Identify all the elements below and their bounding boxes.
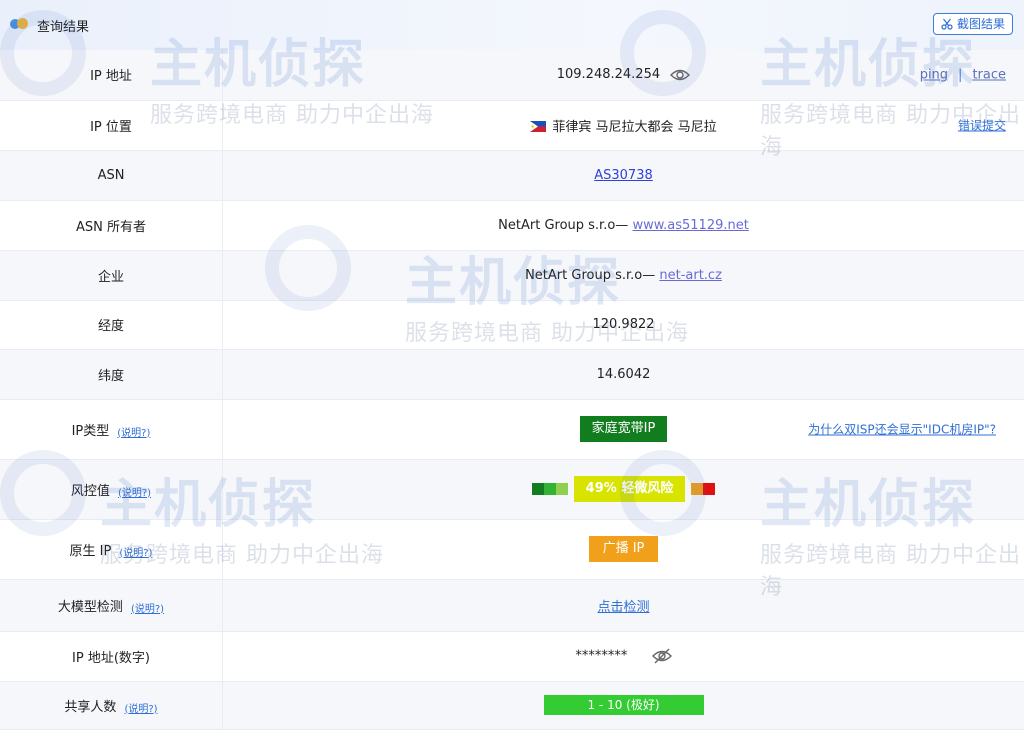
link-separator: | [958, 67, 962, 82]
label-ip-address: IP 地址 [0, 50, 223, 100]
label-native-ip: 原生 IP [70, 544, 112, 559]
shared-help-link[interactable]: (说明?) [124, 704, 157, 715]
native-ip-badge: 广播 IP [589, 536, 659, 562]
header-title: 查询结果 [37, 16, 89, 35]
result-header: 查询结果 截图结果 [0, 0, 1024, 50]
ip-info-table: IP 地址 109.248.24.254 ping|trace IP 位置 菲律 [0, 50, 1024, 730]
row-ip-address: IP 地址 109.248.24.254 ping | trace [0, 50, 1024, 100]
label-ip-type: IP类型 [72, 424, 110, 439]
label-shared-users: 共享人数 [64, 700, 116, 715]
row-shared-users: 共享人数 (说明?) 1 - 10 (极好) [0, 681, 1024, 729]
diagnostic-links: ping | trace [920, 67, 1006, 82]
risk-segment-3 [556, 483, 568, 495]
screenshot-button[interactable]: 截图结果 [933, 13, 1013, 35]
ip-address-value: 109.248.24.254 [557, 67, 660, 82]
company-website-link[interactable]: net-art.cz [659, 268, 722, 283]
screenshot-button-label: 截图结果 [957, 13, 1005, 35]
report-error-link[interactable]: 错误提交 [958, 117, 1006, 134]
ip-type-help-link[interactable]: (说明?) [117, 428, 150, 439]
label-ai-detect: 大模型检测 [58, 600, 123, 615]
longitude-value: 120.9822 [223, 300, 1024, 349]
risk-meter: 49% 轻微风险 [532, 476, 716, 502]
row-ip-location: IP 位置 菲律宾 马尼拉大都会 马尼拉 错误提交 [0, 100, 1024, 150]
row-ip-numeric: IP 地址(数字) ******** [0, 631, 1024, 681]
company-value: NetArt Group s.r.o— [525, 268, 659, 283]
why-idc-link[interactable]: 为什么双ISP还会显示"IDC机房IP"? [808, 421, 996, 438]
label-asn-owner: ASN 所有者 [0, 200, 223, 250]
risk-segment-1 [532, 483, 544, 495]
row-latitude: 纬度 14.6042 [0, 349, 1024, 399]
ai-detect-help-link[interactable]: (说明?) [131, 604, 164, 615]
row-asn-owner: ASN 所有者 NetArt Group s.r.o— www.as51129.… [0, 200, 1024, 250]
asn-owner-website-link[interactable]: www.as51129.net [632, 218, 748, 233]
risk-segment-2 [544, 483, 556, 495]
row-risk-score: 风控值 (说明?) 49% 轻微风险 [0, 459, 1024, 519]
label-longitude: 经度 [0, 300, 223, 349]
shared-users-badge: 1 - 10 (极好) [544, 695, 704, 715]
risk-segment-5 [703, 483, 715, 495]
eye-icon[interactable] [670, 68, 690, 82]
row-ai-detect: 大模型检测 (说明?) 点击检测 [0, 579, 1024, 631]
ping-link[interactable]: ping [920, 67, 948, 82]
click-detect-link[interactable]: 点击检测 [597, 600, 649, 615]
row-native-ip: 原生 IP (说明?) 广播 IP [0, 519, 1024, 579]
label-ip-location: IP 位置 [0, 100, 223, 150]
row-longitude: 经度 120.9822 [0, 300, 1024, 349]
risk-score-badge: 49% 轻微风险 [574, 476, 686, 502]
risk-help-link[interactable]: (说明?) [118, 488, 151, 499]
asn-link[interactable]: AS30738 [594, 168, 653, 183]
label-ip-numeric: IP 地址(数字) [0, 631, 223, 681]
label-asn: ASN [0, 150, 223, 200]
trace-link[interactable]: trace [972, 67, 1006, 82]
label-risk-score: 风控值 [71, 484, 110, 499]
philippines-flag-icon [530, 121, 546, 132]
native-help-link[interactable]: (说明?) [119, 548, 152, 559]
latitude-value: 14.6042 [223, 349, 1024, 399]
scissors-icon [941, 18, 953, 30]
eye-off-icon[interactable] [652, 648, 672, 664]
logo-icon [10, 17, 30, 31]
label-latitude: 纬度 [0, 349, 223, 399]
ip-numeric-value: ******** [575, 649, 627, 664]
row-ip-type: IP类型 (说明?) 家庭宽带IP 为什么双ISP还会显示"IDC机房IP"? [0, 399, 1024, 459]
row-asn: ASN AS30738 [0, 150, 1024, 200]
ip-location-value: 菲律宾 马尼拉大都会 马尼拉 [552, 120, 716, 135]
row-company: 企业 NetArt Group s.r.o— net-art.cz [0, 250, 1024, 300]
risk-segment-4 [691, 483, 703, 495]
asn-owner-value: NetArt Group s.r.o— [498, 218, 632, 233]
label-company: 企业 [0, 250, 223, 300]
ip-type-badge: 家庭宽带IP [580, 416, 668, 442]
